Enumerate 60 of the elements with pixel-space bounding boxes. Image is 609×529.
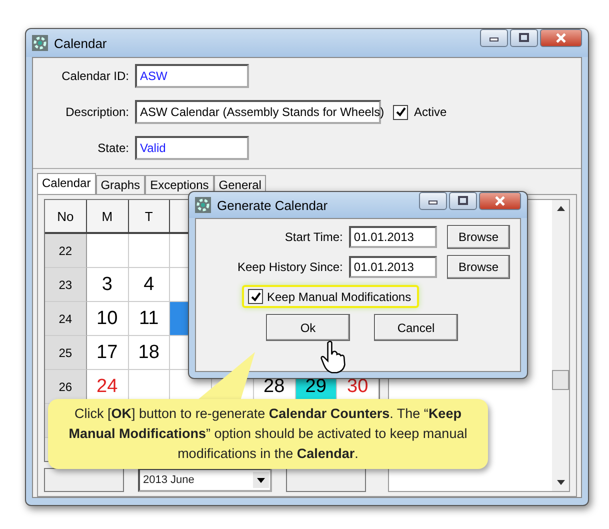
field-label: Keep History Since: (236, 260, 343, 274)
scroll-down-icon[interactable] (556, 480, 564, 485)
nav-button[interactable] (286, 468, 366, 492)
window-title: Calendar (54, 36, 108, 50)
scroll-thumb[interactable] (552, 370, 569, 390)
minimize-button[interactable] (480, 29, 508, 47)
callout-text: Click [OK] button to re-generate Calendar Counters. The “Keep Manual Modifications” option should be activated to keep manual modifications in the Calendar. (68, 405, 468, 463)
scrollbar[interactable] (552, 200, 569, 491)
day-cell[interactable]: 17 (86, 336, 128, 370)
gear-icon (195, 197, 211, 213)
maximize-button[interactable] (449, 192, 477, 210)
text-field[interactable]: Valid (135, 136, 249, 160)
week-cell: 23 (45, 268, 87, 302)
browse-button[interactable]: Browse (447, 225, 510, 249)
dialog-title: Generate Calendar (217, 198, 329, 212)
checkbox-label: Keep Manual Modifications (267, 290, 412, 304)
ok-button[interactable]: Ok (266, 314, 350, 341)
column-header: M (86, 200, 128, 234)
minimize-button[interactable] (419, 192, 447, 210)
day-cell[interactable]: 4 (128, 268, 170, 302)
day-cell[interactable]: 10 (86, 302, 128, 336)
field-label: Calendar ID: (60, 69, 129, 83)
field-label: Description: (64, 105, 129, 119)
close-button[interactable] (479, 192, 521, 210)
caret-icon (253, 472, 269, 488)
tab[interactable]: Calendar (37, 173, 96, 194)
maximize-icon (518, 33, 530, 43)
close-button[interactable] (540, 29, 582, 47)
tab[interactable]: Exceptions (145, 175, 214, 194)
checkbox-label: Active (414, 105, 447, 119)
column-header: No (45, 200, 87, 234)
scroll-up-icon[interactable] (556, 206, 564, 211)
week-cell: 24 (45, 302, 87, 336)
close-icon (555, 33, 567, 43)
date-field[interactable]: 01.01.2013 (348, 256, 438, 278)
text-field[interactable]: ASW (135, 64, 249, 88)
browse-button[interactable]: Browse (447, 255, 510, 279)
maximize-button[interactable] (510, 29, 538, 47)
week-cell: 22 (45, 234, 87, 268)
close-icon (494, 196, 506, 206)
active-checkbox[interactable] (393, 104, 408, 120)
gear-icon (32, 35, 48, 51)
text-field[interactable]: ASW Calendar (Assembly Stands for Wheels) (135, 100, 381, 124)
cancel-button[interactable]: Cancel (374, 314, 458, 341)
field-label: State: (96, 141, 129, 155)
maximize-icon (457, 196, 469, 206)
field-label: Start Time: (284, 230, 343, 244)
date-field[interactable]: 01.01.2013 (348, 226, 438, 248)
hand-cursor-icon (320, 340, 346, 374)
week-cell: 25 (45, 336, 87, 370)
tab[interactable]: Graphs (96, 175, 146, 194)
option-checkbox[interactable] (248, 289, 263, 304)
day-cell[interactable] (128, 234, 170, 268)
column-header: T (128, 200, 170, 234)
day-cell[interactable]: 11 (128, 302, 170, 336)
nav-button[interactable] (44, 468, 124, 492)
day-cell[interactable]: 3 (86, 268, 128, 302)
day-cell[interactable]: 18 (128, 336, 170, 370)
day-cell[interactable] (86, 234, 128, 268)
month-dropdown[interactable]: 2013 June (138, 468, 272, 492)
